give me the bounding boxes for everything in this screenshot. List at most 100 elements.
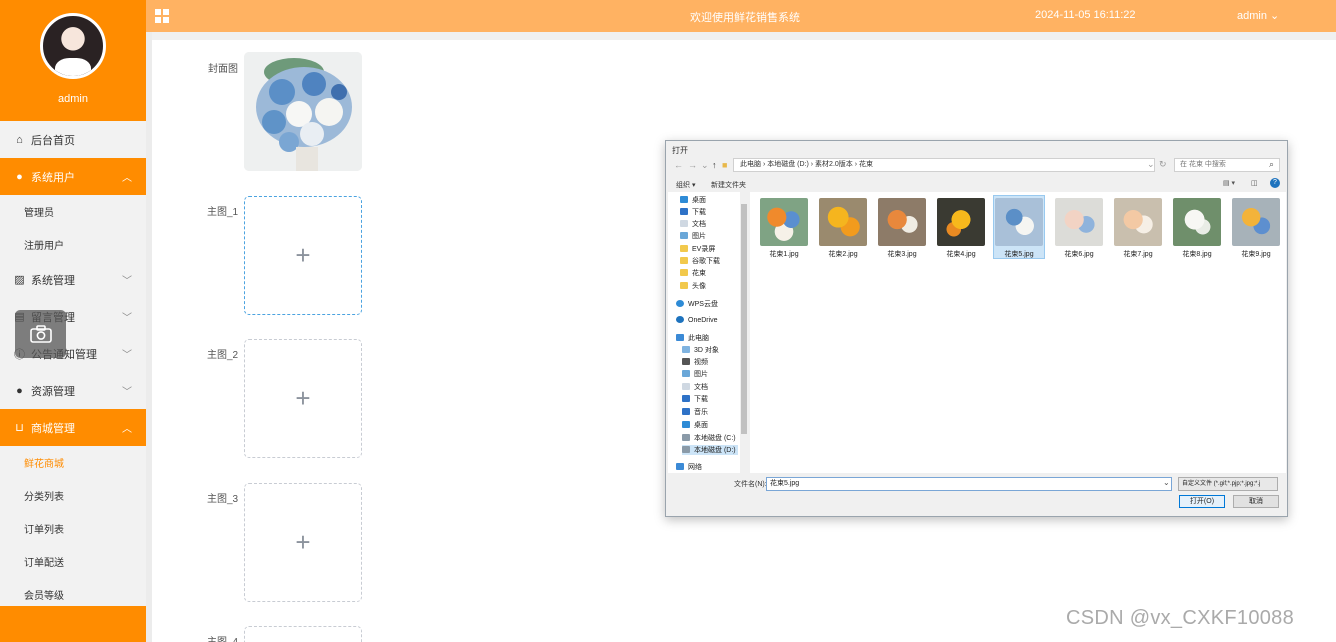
search-icon[interactable]: ⌕ [1269, 159, 1274, 170]
nav-desktop[interactable]: 桌面 [680, 195, 706, 205]
sidebar-item-admins[interactable]: 管理员 [0, 195, 146, 228]
file-item[interactable]: 花束1.jpg [758, 196, 810, 260]
sidebar-item-mall-mgmt[interactable]: ⊔ 商城管理 ︿ [0, 409, 146, 446]
dialog-title: 打开 [672, 146, 688, 155]
nav-scrollbar-thumb[interactable] [741, 204, 747, 434]
nav-label: 桌面 [694, 422, 708, 429]
sidebar-item-flower-mall[interactable]: 鲜花商城 [0, 446, 146, 479]
image-icon: ▨ [14, 274, 25, 286]
nav-documents[interactable]: 文档 [680, 219, 706, 229]
menu-grid-icon[interactable] [155, 9, 169, 23]
file-thumbnail [760, 198, 808, 246]
nav-label: 本地磁盘 (C:) [694, 435, 736, 442]
nav-downloads-pc[interactable]: 下载 [682, 394, 708, 404]
help-icon[interactable]: ? [1270, 178, 1280, 188]
sidebar-bottom-bar [0, 606, 146, 642]
up-arrow-icon[interactable]: ↑ [712, 160, 717, 170]
search-input[interactable]: 在 花束 中搜索 [1174, 158, 1280, 172]
nav-pictures[interactable]: 图片 [680, 231, 706, 241]
nav-label: 图片 [692, 233, 706, 240]
sidebar-item-home[interactable]: ⌂ 后台首页 [0, 121, 146, 158]
file-item[interactable]: 花束2.jpg [817, 196, 869, 260]
main-image-3-upload[interactable]: + [244, 483, 362, 602]
file-item[interactable]: 花束9.jpg [1230, 196, 1282, 260]
address-row: ← → ⌄ ↑ ■ 此电脑 › 本地磁盘 (D:) › 素材2.0版本 › 花束… [666, 158, 1287, 174]
sidebar-item-resource-mgmt[interactable]: ● 资源管理 ﹀ [0, 372, 146, 409]
back-arrow-icon[interactable]: ← [674, 160, 683, 170]
nav-desktop-pc[interactable]: 桌面 [682, 420, 708, 430]
user-name: admin [1237, 10, 1267, 22]
nav-documents-pc[interactable]: 文档 [682, 382, 708, 392]
file-item[interactable]: 花束6.jpg [1053, 196, 1105, 260]
nav-disk-c[interactable]: 本地磁盘 (C:) [682, 433, 736, 443]
avatar[interactable] [40, 13, 106, 79]
open-button[interactable]: 打开(O) [1179, 495, 1225, 508]
nav-avatar[interactable]: 头像 [680, 281, 706, 291]
network-icon [676, 463, 684, 470]
refresh-icon[interactable]: ↻ [1159, 159, 1167, 170]
file-list: 花束1.jpg 花束2.jpg 花束3.jpg 花束4.jpg 花束5.jpg … [750, 192, 1286, 473]
plus-icon: + [295, 240, 311, 270]
organize-button[interactable]: 组织 ▾ [676, 180, 695, 190]
nav-label: 视频 [694, 359, 708, 366]
file-name: 花束9.jpg [1241, 251, 1271, 258]
nav-label: 音乐 [694, 409, 708, 416]
nav-label: 谷歌下载 [692, 258, 720, 265]
nav-this-pc[interactable]: 此电脑 [676, 333, 709, 343]
user-dropdown[interactable]: admin ⌄ [1237, 9, 1279, 22]
sidebar-item-label: 后台首页 [31, 134, 75, 147]
folder-icon [680, 282, 688, 289]
file-item[interactable]: 花束8.jpg [1171, 196, 1223, 260]
sidebar-item-order-delivery[interactable]: 订单配送 [0, 545, 146, 578]
camera-icon [29, 325, 52, 343]
chevron-down-icon: ﹀ [122, 313, 132, 324]
address-dropdown-icon[interactable]: ⌄ [1147, 159, 1155, 170]
file-thumbnail [937, 198, 985, 246]
sidebar-item-system-mgmt[interactable]: ▨ 系统管理 ﹀ [0, 261, 146, 298]
nav-pictures-pc[interactable]: 图片 [682, 369, 708, 379]
nav-scrollbar[interactable] [740, 192, 748, 473]
filename-dropdown-icon[interactable]: ⌄ [1163, 478, 1170, 487]
file-thumbnail [819, 198, 867, 246]
filename-input[interactable]: 花束5.jpg [766, 477, 1172, 491]
file-item[interactable]: 花束4.jpg [935, 196, 987, 260]
view-options-icon[interactable]: ▤ ▾ [1223, 179, 1235, 187]
nav-wps-cloud[interactable]: WPS云盘 [676, 299, 718, 309]
nav-downloads[interactable]: 下载 [680, 207, 706, 217]
nav-3d-objects[interactable]: 3D 对象 [682, 345, 719, 355]
screenshot-camera-button[interactable] [15, 310, 66, 358]
nav-network[interactable]: 网络 [676, 462, 702, 472]
new-folder-button[interactable]: 新建文件夹 [711, 180, 746, 190]
preview-pane-icon[interactable]: ◫ [1251, 179, 1258, 187]
file-type-select[interactable]: 自定义文件 (*.gif;*.pjp;*.jpg;*.j [1178, 477, 1278, 491]
history-chevron-icon[interactable]: ⌄ [701, 160, 709, 171]
sidebar-item-order-list[interactable]: 订单列表 [0, 512, 146, 545]
cancel-button[interactable]: 取消 [1233, 495, 1279, 508]
nav-music[interactable]: 音乐 [682, 407, 708, 417]
address-bar[interactable]: 此电脑 › 本地磁盘 (D:) › 素材2.0版本 › 花束 [733, 158, 1155, 172]
nav-bouquet[interactable]: 花束 [680, 268, 706, 278]
file-item[interactable]: 花束7.jpg [1112, 196, 1164, 260]
main-image-4-upload[interactable] [244, 626, 362, 642]
nav-videos[interactable]: 视频 [682, 357, 708, 367]
picture-icon [680, 232, 688, 239]
nav-disk-d[interactable]: 本地磁盘 (D:) [682, 445, 738, 455]
sidebar-item-label: 资源管理 [31, 385, 75, 398]
main-image-1-upload[interactable]: + [244, 196, 362, 315]
nav-chrome-downloads[interactable]: 谷歌下载 [680, 256, 720, 266]
forward-arrow-icon[interactable]: → [688, 160, 697, 170]
file-item[interactable]: 花束3.jpg [876, 196, 928, 260]
main-image-2-upload[interactable]: + [244, 339, 362, 458]
file-name: 花束8.jpg [1182, 251, 1212, 258]
sidebar-username: admin [58, 93, 88, 105]
nav-onedrive[interactable]: OneDrive [676, 316, 718, 324]
file-name: 花束2.jpg [828, 251, 858, 258]
download-icon [682, 395, 690, 402]
cube-icon [682, 346, 690, 353]
sidebar-item-category-list[interactable]: 分类列表 [0, 479, 146, 512]
sidebar-item-system-users[interactable]: ● 系统用户 ︿ [0, 158, 146, 195]
cover-image[interactable] [244, 52, 362, 171]
file-item-selected[interactable]: 花束5.jpg [993, 195, 1045, 259]
nav-ev-recordings[interactable]: EV录屏 [680, 244, 715, 254]
sidebar-item-registered-users[interactable]: 注册用户 [0, 228, 146, 261]
